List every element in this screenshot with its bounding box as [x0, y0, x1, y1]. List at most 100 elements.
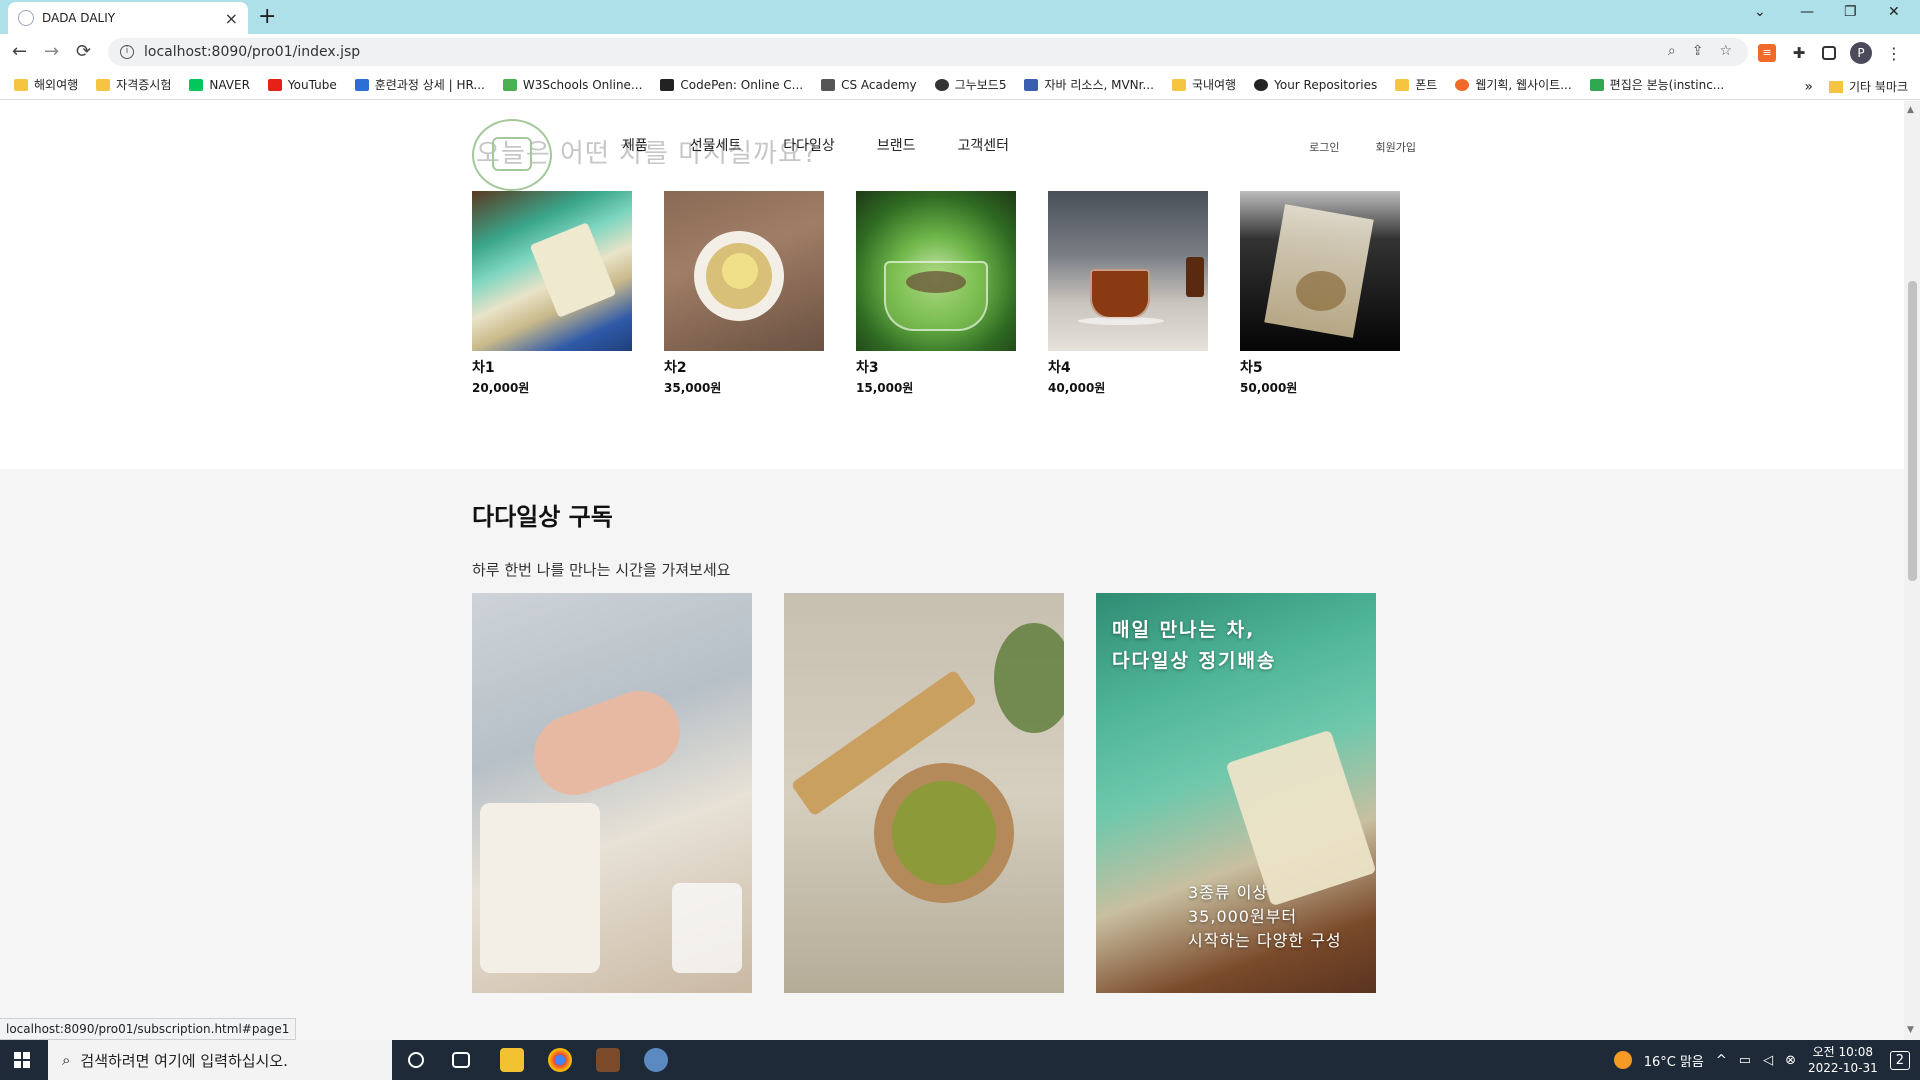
- bookmark-item[interactable]: 웹기획, 웹사이트...: [1455, 76, 1572, 93]
- bookmark-item[interactable]: 폰트: [1395, 76, 1437, 93]
- new-tab-button[interactable]: +: [258, 4, 276, 29]
- task-view-icon[interactable]: [452, 1052, 470, 1068]
- bookmark-item[interactable]: 훈련과정 상세 | HR...: [354, 76, 485, 93]
- bookmark-item[interactable]: W3Schools Online...: [502, 78, 642, 92]
- bookmark-item[interactable]: CS Academy: [821, 78, 917, 92]
- subscription-card-delivery[interactable]: 매일 만나는 차, 다다일상 정기배송 3종류 이상 35,000원부터 시작하…: [1096, 593, 1376, 993]
- nav-item-gift-sets[interactable]: 선물세트: [690, 135, 742, 155]
- nav-item-dada-daily[interactable]: 다다일상: [783, 135, 835, 155]
- bookmarks-bar: 해외여행 자격증시험 NAVER YouTube 훈련과정 상세 | HR...…: [0, 70, 1920, 100]
- product-card[interactable]: 차4 40,000원: [1048, 191, 1208, 396]
- network-icon[interactable]: ▭: [1739, 1053, 1751, 1068]
- product-image[interactable]: [1240, 191, 1400, 351]
- side-panel-icon[interactable]: [1822, 46, 1836, 60]
- bookmark-star-icon[interactable]: ☆: [1719, 43, 1732, 59]
- ime-icon[interactable]: ⊗: [1785, 1053, 1796, 1068]
- page-scrollbar[interactable]: ▲ ▼: [1904, 101, 1920, 1040]
- card-details: 3종류 이상 35,000원부터 시작하는 다양한 구성: [1188, 883, 1342, 950]
- product-price: 20,000원: [472, 381, 530, 395]
- restore-button[interactable]: ❐: [1844, 4, 1857, 20]
- bookmark-item[interactable]: 그누보드5: [934, 76, 1006, 93]
- nav-item-brand[interactable]: 브랜드: [877, 135, 916, 155]
- clock[interactable]: 오전 10:08 2022-10-31: [1808, 1044, 1878, 1076]
- product-image[interactable]: [472, 191, 632, 351]
- product-image[interactable]: [664, 191, 824, 351]
- bookmark-item[interactable]: 해외여행: [14, 76, 78, 93]
- bookmark-item[interactable]: 자격증시험: [96, 76, 171, 93]
- product-card[interactable]: 차3 15,000원: [856, 191, 1016, 396]
- subscription-section: 다다일상 구독 하루 한번 나를 만나는 시간을 가져보세요 매일 만나는 차,…: [0, 469, 1904, 1040]
- extension-icon[interactable]: ≡: [1758, 44, 1776, 62]
- site-info-icon[interactable]: i: [120, 45, 134, 59]
- taskbar: ⌕ 검색하려면 여기에 입력하십시오. 16°C 맑음 ^ ▭ ◁ ⊗ 오전 1…: [0, 1040, 1920, 1080]
- bookmarks-overflow-button[interactable]: »: [1804, 79, 1813, 95]
- folder-icon: [1395, 78, 1410, 91]
- product-name: 차2: [664, 360, 687, 376]
- nav-item-products[interactable]: 제품: [622, 135, 648, 155]
- login-link[interactable]: 로그인: [1309, 139, 1339, 155]
- share-icon[interactable]: ⇪: [1692, 43, 1704, 59]
- nav-item-support[interactable]: 고객센터: [957, 135, 1009, 155]
- subscription-card-green-tea[interactable]: [784, 593, 1064, 993]
- tab-search-icon[interactable]: ⌄: [1754, 4, 1766, 20]
- logo-mark-icon: [492, 137, 532, 171]
- product-name: 차5: [1240, 360, 1263, 376]
- product-image[interactable]: [1048, 191, 1208, 351]
- scroll-down-icon[interactable]: ▼: [1907, 1025, 1914, 1035]
- app-icon[interactable]: [596, 1048, 620, 1072]
- zoom-icon[interactable]: ⌕: [1668, 43, 1676, 59]
- bookmark-item[interactable]: NAVER: [189, 78, 250, 92]
- tray-overflow-icon[interactable]: ^: [1716, 1053, 1727, 1068]
- scroll-thumb[interactable]: [1908, 281, 1917, 581]
- notification-center-icon[interactable]: 2: [1889, 1050, 1910, 1070]
- site-logo[interactable]: [472, 119, 552, 191]
- minimize-button[interactable]: —: [1800, 4, 1814, 20]
- bookmark-item[interactable]: 편집은 본능(instinc...: [1589, 76, 1724, 93]
- tab-favicon-icon: [18, 10, 34, 26]
- weather-text[interactable]: 16°C 맑음: [1644, 1051, 1704, 1070]
- product-price: 40,000원: [1048, 381, 1106, 395]
- mvn-icon: [1024, 78, 1039, 91]
- w3schools-icon: [502, 78, 517, 91]
- product-name: 차3: [856, 360, 879, 376]
- youtube-icon: [267, 78, 282, 91]
- section-description: 하루 한번 나를 만나는 시간을 가져보세요: [472, 561, 731, 579]
- scroll-up-icon[interactable]: ▲: [1907, 105, 1914, 115]
- product-image[interactable]: [856, 191, 1016, 351]
- product-card[interactable]: 차1 20,000원: [472, 191, 632, 396]
- forward-button[interactable]: →: [44, 41, 59, 62]
- menu-kebab-icon[interactable]: ⋮: [1886, 44, 1902, 63]
- gnuboard-icon: [934, 78, 949, 91]
- address-bar[interactable]: i localhost:8090/pro01/index.jsp ⌕ ⇪ ☆: [108, 38, 1748, 66]
- folder-icon: [1828, 80, 1843, 93]
- cortana-icon[interactable]: [408, 1052, 424, 1068]
- section-title: 다다일상 구독: [472, 503, 613, 531]
- puzzle-extensions-icon[interactable]: ✚: [1790, 44, 1808, 62]
- taskbar-search[interactable]: ⌕ 검색하려면 여기에 입력하십시오.: [48, 1040, 392, 1080]
- reload-button[interactable]: ⟳: [76, 41, 91, 62]
- product-list: 차1 20,000원 차2 35,000원 차3 15,000원 차4 40,0…: [472, 191, 1400, 396]
- back-button[interactable]: ←: [12, 41, 27, 62]
- other-bookmarks[interactable]: 기타 북마크: [1849, 78, 1908, 95]
- product-card[interactable]: 차2 35,000원: [664, 191, 824, 396]
- subscription-card-hand[interactable]: [472, 593, 752, 993]
- browser-tab[interactable]: DADA DALIY ×: [8, 2, 248, 34]
- windows-start-icon[interactable]: [14, 1052, 30, 1068]
- signup-link[interactable]: 회원가입: [1376, 139, 1416, 155]
- profile-avatar[interactable]: P: [1850, 42, 1872, 64]
- eclipse-icon[interactable]: [644, 1048, 668, 1072]
- volume-icon[interactable]: ◁: [1763, 1053, 1773, 1068]
- product-name: 차1: [472, 360, 495, 376]
- codepen-icon: [660, 78, 675, 91]
- close-tab-icon[interactable]: ×: [225, 9, 238, 28]
- bookmark-item[interactable]: CodePen: Online C...: [660, 78, 803, 92]
- close-window-button[interactable]: ✕: [1888, 4, 1900, 20]
- file-explorer-icon[interactable]: [500, 1048, 524, 1072]
- bookmark-item[interactable]: Your Repositories: [1254, 78, 1377, 92]
- bookmark-item[interactable]: YouTube: [267, 78, 337, 92]
- user-menu: 로그인 회원가입: [1309, 139, 1416, 155]
- product-card[interactable]: 차5 50,000원: [1240, 191, 1400, 396]
- bookmark-item[interactable]: 자바 리소스, MVNr...: [1024, 76, 1154, 93]
- chrome-icon[interactable]: [548, 1048, 572, 1072]
- bookmark-item[interactable]: 국내여행: [1171, 76, 1236, 93]
